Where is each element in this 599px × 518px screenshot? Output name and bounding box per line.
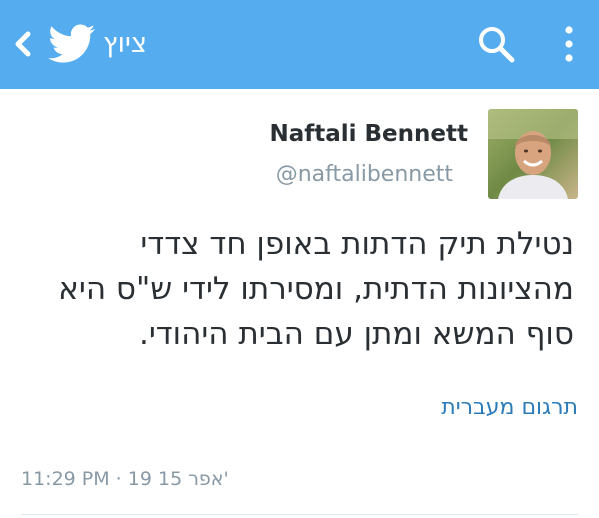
tweet-text-line: מהציונות הדתית, ומסירתו לידי ש"ס היא — [58, 271, 574, 307]
tweet-text: נטילת תיק הדתות באופן חד צדדי מהציונות ה… — [12, 222, 574, 357]
avatar-photo — [488, 109, 578, 199]
twitter-bird-icon — [48, 24, 95, 63]
page-title: ציוץ — [103, 28, 147, 59]
more-vertical-icon[interactable] — [556, 22, 582, 66]
translate-link[interactable]: תרגום מעברית — [441, 393, 578, 423]
author-avatar[interactable] — [488, 109, 578, 199]
top-app-bar: ציוץ — [0, 0, 599, 89]
author-name[interactable]: Naftali Bennett — [269, 119, 468, 149]
chevron-left-icon[interactable] — [8, 26, 38, 62]
tweet-text-line: נטילת תיק הדתות באופן חד צדדי — [140, 226, 574, 262]
search-icon[interactable] — [476, 24, 516, 64]
divider — [21, 514, 578, 515]
tweet-text-line: סוף המשא ומתן עם הבית היהודי. — [138, 316, 574, 352]
author-handle[interactable]: @naftalibennett — [276, 160, 453, 190]
tweet-timestamp: 11:29 PM · 19 15 אפר' — [21, 468, 229, 490]
